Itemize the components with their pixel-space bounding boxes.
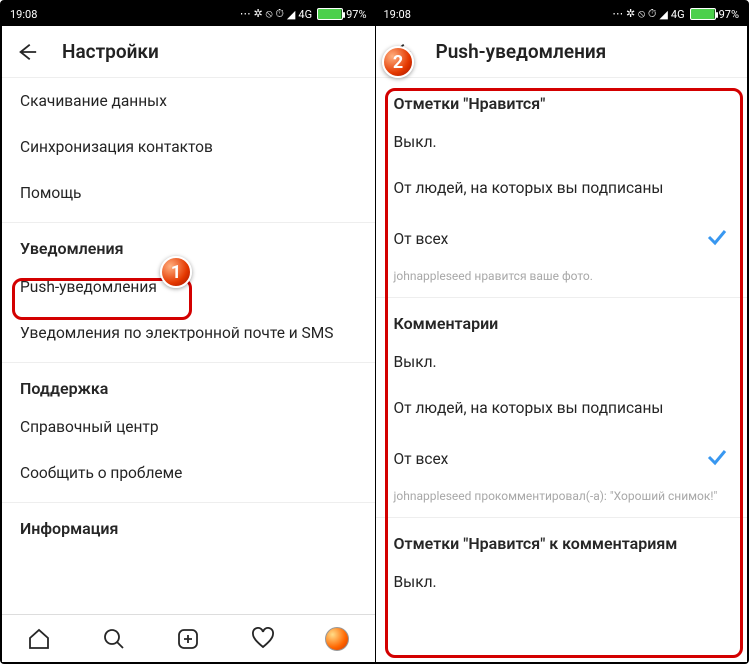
bluetooth-icon: ⋯ ✲ ⦸ ⏱ <box>612 7 656 21</box>
item-download-data[interactable]: Скачивание данных <box>2 78 375 124</box>
section-info: Информация <box>2 502 375 544</box>
item-sync-contacts[interactable]: Синхронизация контактов <box>2 124 375 170</box>
settings-list[interactable]: Скачивание данных Синхронизация контакто… <box>2 78 375 614</box>
push-settings-list[interactable]: Отметки "Нравится" Выкл. От людей, на ко… <box>376 78 748 662</box>
statusbar-time: 19:08 <box>10 8 37 21</box>
avatar-icon <box>325 627 349 651</box>
nav-add-icon[interactable] <box>175 626 201 652</box>
likes-option-following[interactable]: От людей, на которых вы подписаны <box>376 165 748 211</box>
group-comment-likes-title: Отметки "Нравится" к комментариям <box>376 518 748 559</box>
item-help-center[interactable]: Справочный центр <box>2 404 375 450</box>
likes-option-off[interactable]: Выкл. <box>376 119 748 165</box>
status-bar: 19:08 ⋯ ✲ ⦸ ⏱ ◢ 4G 97% <box>376 2 748 26</box>
bottom-nav <box>2 614 375 662</box>
phone-right: 19:08 ⋯ ✲ ⦸ ⏱ ◢ 4G 97% Push-уведомления … <box>375 2 748 662</box>
battery-label: 97% <box>346 8 366 21</box>
comments-option-all[interactable]: От всех <box>376 431 748 487</box>
section-support: Поддержка <box>2 362 375 404</box>
likes-hint: johnappleseed нравится ваше фото. <box>376 267 748 298</box>
page-title: Push-уведомления <box>436 40 607 63</box>
back-button[interactable] <box>16 41 38 63</box>
header: Push-уведомления <box>376 26 748 78</box>
header: Настройки <box>2 26 375 78</box>
nav-activity-icon[interactable] <box>250 626 276 652</box>
page-title: Настройки <box>62 40 159 63</box>
comments-option-off[interactable]: Выкл. <box>376 339 748 385</box>
network-label: 4G <box>298 8 312 21</box>
signal-icon: ◢ <box>287 8 295 21</box>
checkmark-icon <box>705 445 729 473</box>
comments-option-following[interactable]: От людей, на которых вы подписаны <box>376 385 748 431</box>
comment-likes-option-off[interactable]: Выкл. <box>376 559 748 605</box>
status-bar: 19:08 ⋯ ✲ ⦸ ⏱ ◢ 4G 97% <box>2 2 375 26</box>
group-likes-title: Отметки "Нравится" <box>376 78 748 119</box>
statusbar-time: 19:08 <box>384 8 411 21</box>
likes-option-all[interactable]: От всех <box>376 211 748 267</box>
comments-hint: johnappleseed прокомментировал(-а): "Хор… <box>376 487 748 518</box>
group-comments-title: Комментарии <box>376 298 748 339</box>
item-help[interactable]: Помощь <box>2 170 375 216</box>
phone-left: 19:08 ⋯ ✲ ⦸ ⏱ ◢ 4G 97% Настройки Скачива… <box>2 2 375 662</box>
item-email-sms-notifications[interactable]: Уведомления по электронной почте и SMS <box>2 310 375 356</box>
nav-home-icon[interactable] <box>26 626 52 652</box>
nav-profile-icon[interactable] <box>324 626 350 652</box>
battery-icon <box>317 8 343 20</box>
back-button[interactable] <box>390 41 412 63</box>
bluetooth-icon: ⋯ ✲ ⦸ ⏱ <box>240 7 284 21</box>
item-push-notifications[interactable]: Push-уведомления <box>2 264 375 310</box>
item-report-problem[interactable]: Сообщить о проблеме <box>2 450 375 496</box>
battery-icon <box>690 8 716 20</box>
nav-search-icon[interactable] <box>101 626 127 652</box>
network-label: 4G <box>671 8 685 21</box>
checkmark-icon <box>705 225 729 253</box>
battery-label: 97% <box>719 8 739 21</box>
signal-icon: ◢ <box>659 8 667 21</box>
section-notifications: Уведомления <box>2 222 375 264</box>
